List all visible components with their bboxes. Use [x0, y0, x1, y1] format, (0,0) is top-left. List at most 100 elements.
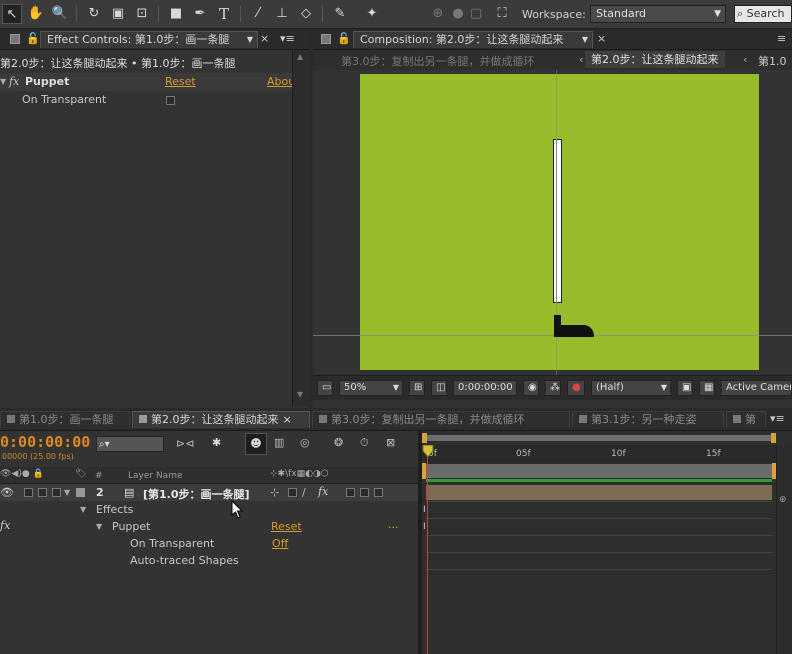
region-of-interest-icon[interactable]: ▣ [677, 380, 693, 396]
timeline-search-input[interactable]: ⌕▾ [96, 436, 164, 452]
quality-switch[interactable] [288, 488, 297, 497]
lock-icon[interactable]: 🔓 [26, 32, 40, 45]
current-time-display[interactable]: 0:00:00:00 [0, 433, 90, 451]
close-icon[interactable]: × [260, 32, 269, 45]
pan-behind-tool-icon[interactable]: ⊡ [132, 4, 152, 24]
axis-local-icon[interactable]: ⊕ [428, 4, 448, 24]
eye-icon[interactable]: 👁 [0, 486, 14, 499]
disclosure-triangle-icon[interactable]: ▼ [80, 505, 86, 514]
puppet-options-link[interactable]: ... [388, 518, 399, 531]
3d-switch[interactable] [374, 488, 383, 497]
nav-tab-step1[interactable]: 第1.0 [758, 53, 787, 69]
motion-blur-icon[interactable]: ◎ [300, 436, 310, 449]
axis-view-icon[interactable]: ▢ [466, 4, 486, 24]
on-transparent-value[interactable]: Off [272, 537, 288, 550]
zoom-tool-icon[interactable]: 🔍 [50, 4, 70, 24]
disclosure-triangle-icon[interactable]: ▼ [0, 77, 6, 86]
eraser-tool-icon[interactable]: ◇ [296, 4, 316, 24]
transparency-grid-icon[interactable]: ▦ [699, 380, 715, 396]
panel-menu-icon[interactable]: ▾≡ [280, 32, 295, 45]
resolution-select[interactable]: (Half) ▼ [591, 380, 671, 396]
time-navigator[interactable] [422, 435, 776, 441]
help-search-input[interactable]: ⌕ Search [734, 5, 792, 23]
camera-tool-icon[interactable]: ▣ [108, 4, 128, 24]
close-icon[interactable]: × [283, 413, 292, 426]
draft-3d-icon[interactable]: ✱ [212, 436, 221, 449]
keyframe-marker-icon[interactable]: I [423, 505, 426, 515]
work-area-start-handle[interactable] [422, 463, 426, 479]
playhead-marker-icon[interactable] [422, 445, 434, 459]
always-preview-icon[interactable]: ▭ [317, 380, 333, 396]
auto-keyframe-icon[interactable]: ⏱ [360, 436, 369, 450]
roto-brush-tool-icon[interactable]: ✎ [330, 4, 350, 24]
playhead-line[interactable] [427, 445, 428, 654]
camera-view-select[interactable]: Active Camera [721, 380, 792, 396]
tab-step3-1[interactable]: 第3.1步：另一种走姿 [572, 411, 724, 428]
on-transparent-row[interactable]: On Transparent Off [0, 535, 418, 552]
timeline-scrollbar[interactable]: ⊕ [776, 445, 792, 654]
rectangle-tool-icon[interactable]: ■ [166, 4, 186, 24]
scrollbar[interactable]: ▲ ▼ [292, 50, 309, 406]
show-channel-icon[interactable]: ● [567, 380, 585, 396]
frame-blending-icon[interactable]: ▥ [274, 436, 284, 449]
tab-composition[interactable]: Composition: 第2.0步：让这条腿动起来 ▼ [353, 31, 593, 48]
layer-row[interactable]: 👁 ▼ 2 ▤ [第1.0步：画一条腿] ⊹ / fx [0, 484, 418, 501]
nav-tab-step3[interactable]: 第3.0步：复制出另一条腿，并做成循环 [341, 53, 535, 69]
puppet-reset-link[interactable]: Reset [271, 520, 302, 533]
layer-duration-bar[interactable] [426, 485, 772, 500]
axis-world-icon[interactable]: ● [448, 4, 468, 24]
graph-editor-icon[interactable]: ⊠ [386, 436, 395, 449]
solo-toggle[interactable] [38, 488, 47, 497]
auto-traced-shapes-row[interactable]: Auto-traced Shapes [0, 552, 418, 569]
effect-row-puppet[interactable]: ▼ fx Puppet Reset Abou [0, 73, 295, 91]
tab-effect-controls[interactable]: Effect Controls: 第1.0步：画一条腿 ▼ [40, 31, 258, 48]
lock-icon[interactable]: 🔓 [337, 32, 351, 45]
work-area-bar[interactable] [424, 464, 772, 478]
panel-menu-icon[interactable]: ≡ [777, 32, 786, 45]
nav-tab-step2[interactable]: 第2.0步：让这条腿动起来 [585, 51, 725, 68]
hand-tool-icon[interactable]: ✋ [26, 4, 46, 24]
foot-shape[interactable] [551, 313, 597, 339]
scroll-down-icon[interactable]: ▼ [297, 390, 303, 399]
clone-stamp-tool-icon[interactable]: ⊥ [272, 4, 292, 24]
effects-group-row[interactable]: ▼ Effects [0, 501, 418, 518]
tab-more[interactable]: 第 [726, 411, 766, 428]
disclosure-triangle-icon[interactable]: ▼ [96, 522, 102, 531]
scroll-up-icon[interactable]: ▲ [297, 52, 303, 61]
panel-menu-icon[interactable]: ▾≡ [770, 412, 785, 425]
collapse-switch-icon[interactable]: ⊹ [270, 486, 279, 499]
show-snapshot-icon[interactable]: ⁂ [545, 380, 561, 396]
leg-shape[interactable] [553, 139, 562, 303]
tab-step1[interactable]: 第1.0步：画一条腿 [0, 411, 130, 428]
audio-toggle[interactable] [24, 488, 33, 497]
layer-name-header[interactable]: Layer Name [128, 471, 183, 481]
navigator-start-handle[interactable] [422, 433, 427, 443]
time-graph[interactable]: 0f 05f 10f 15f I I ⊕ [422, 431, 792, 654]
on-transparent-checkbox[interactable] [166, 96, 175, 105]
about-link[interactable]: Abou [267, 75, 295, 88]
rotate-tool-icon[interactable]: ↻ [84, 4, 104, 24]
adjustment-switch[interactable] [360, 488, 369, 497]
fx-icon[interactable]: fx [9, 75, 19, 88]
quality-slash-icon[interactable]: / [302, 486, 306, 499]
reset-link[interactable]: Reset [165, 75, 196, 88]
current-time-field[interactable]: 0:00:00:00 [453, 380, 517, 396]
tab-step3[interactable]: 第3.0步：复制出另一条腿，并做成循环 [312, 411, 570, 428]
pen-tool-icon[interactable]: ✒ [190, 4, 210, 24]
composition-viewer[interactable] [313, 70, 792, 375]
brush-tool-icon[interactable]: ⁄ [248, 4, 268, 24]
magnification-select[interactable]: 50% ▼ [339, 380, 403, 396]
puppet-pin-tool-icon[interactable]: ✦ [362, 4, 382, 24]
comp-mini-flowchart-icon[interactable]: ⊳⊲ [176, 437, 194, 450]
selection-tool-icon[interactable]: ↖ [2, 4, 22, 24]
fx-icon[interactable]: fx [0, 519, 10, 532]
comp-button-icon[interactable]: ⊕ [779, 495, 787, 505]
tab-step2[interactable]: 第2.0步：让这条腿动起来 × [132, 411, 310, 428]
snapshot-icon[interactable]: ◉ [523, 380, 539, 396]
time-ruler[interactable]: 0f 05f 10f 15f [422, 445, 776, 463]
puppet-effect-row[interactable]: fx ▼ Puppet Reset ... [0, 518, 418, 535]
lock-toggle[interactable] [52, 488, 61, 497]
mask-visibility-icon[interactable]: ◫ [431, 380, 447, 396]
workspace-select[interactable]: Standard ▼ [590, 5, 726, 23]
shy-layers-icon[interactable]: ☻ [245, 433, 267, 455]
